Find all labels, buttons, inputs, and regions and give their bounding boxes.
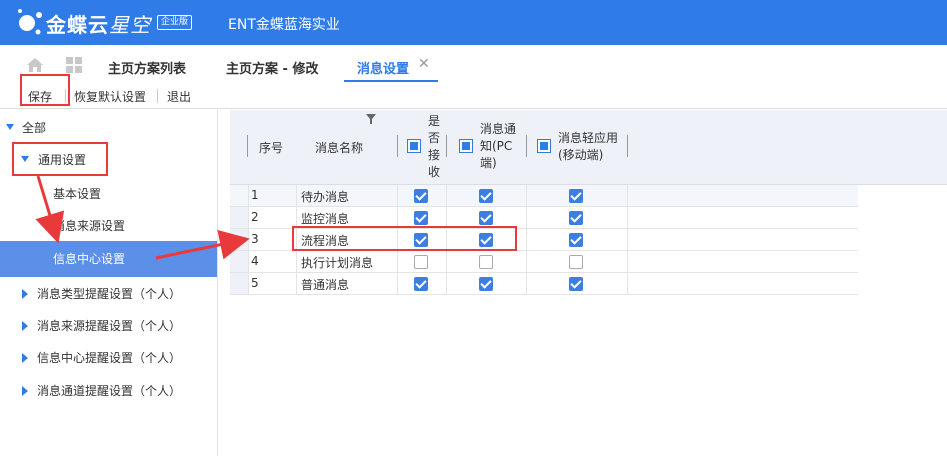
- brand-name: 金蝶云星空: [46, 9, 151, 38]
- header-divider: [526, 135, 527, 157]
- select-all-receive-checkbox[interactable]: [407, 139, 421, 153]
- row-seq: 1: [251, 188, 259, 202]
- column-header-seq: 序号: [259, 141, 284, 155]
- apps-grid-icon[interactable]: [66, 57, 82, 73]
- receive-checkbox[interactable]: [414, 211, 428, 225]
- tab-bar: 主页方案列表 主页方案 - 修改 消息设置 ✕: [0, 45, 947, 83]
- receive-checkbox[interactable]: [414, 277, 428, 291]
- column-line: [526, 185, 527, 295]
- receive-checkbox[interactable]: [414, 189, 428, 203]
- exit-button[interactable]: 退出: [167, 88, 191, 105]
- column-line: [248, 185, 249, 295]
- row-message-name[interactable]: 待办消息: [301, 188, 349, 205]
- mobile-app-checkbox[interactable]: [569, 211, 583, 225]
- grid-header: 序号 消息名称 是 否 接 收 消息通 知(PC 端) 消息轻应用 (移动端): [230, 110, 947, 185]
- brand-main: 金蝶云: [46, 13, 109, 37]
- kingdee-logo-icon: [18, 9, 42, 35]
- toolbar: 保存 恢复默认设置 退出: [0, 83, 947, 109]
- restore-default-button[interactable]: 恢复默认设置: [74, 88, 146, 105]
- brand-sub: 星空: [109, 13, 151, 37]
- annotation-box-general: [12, 142, 108, 176]
- row-message-name[interactable]: 普通消息: [301, 276, 349, 293]
- row-seq: 2: [251, 210, 259, 224]
- expand-right-icon[interactable]: [22, 386, 28, 396]
- column-header-mobile: 消息轻应用 (移动端): [558, 131, 619, 162]
- tree-node-basic[interactable]: 基本设置: [53, 178, 101, 210]
- table-row[interactable]: 5 普通消息: [230, 273, 858, 295]
- row-seq: 3: [251, 232, 259, 246]
- close-icon[interactable]: ✕: [418, 56, 430, 72]
- row-seq: 5: [251, 276, 259, 290]
- tree-node-source[interactable]: 消息来源设置: [53, 210, 125, 242]
- mobile-app-checkbox[interactable]: [569, 255, 583, 269]
- header-divider: [397, 135, 398, 157]
- tab-homepage-edit[interactable]: 主页方案 - 修改: [226, 58, 318, 77]
- mobile-app-checkbox[interactable]: [569, 277, 583, 291]
- tab-homepage-list[interactable]: 主页方案列表: [108, 58, 186, 77]
- expand-down-icon[interactable]: [6, 124, 14, 130]
- tab-message-settings[interactable]: 消息设置: [357, 58, 409, 77]
- tree-node-center-reminder[interactable]: 信息中心提醒设置（个人）: [37, 342, 181, 374]
- column-line: [627, 185, 628, 295]
- column-header-receive: 是 否 接 收: [428, 114, 441, 179]
- header-divider: [446, 135, 447, 157]
- active-tab-indicator: [344, 80, 438, 82]
- row-message-name[interactable]: 执行计划消息: [301, 254, 373, 271]
- header-divider: [627, 135, 628, 157]
- tree-node-channel-reminder[interactable]: 消息通道提醒设置（个人）: [37, 375, 181, 407]
- tree-node-type-reminder[interactable]: 消息类型提醒设置（个人）: [37, 278, 181, 310]
- pc-notify-checkbox[interactable]: [479, 255, 493, 269]
- expand-right-icon[interactable]: [22, 321, 28, 331]
- pc-notify-checkbox[interactable]: [479, 277, 493, 291]
- select-all-mobile-checkbox[interactable]: [537, 139, 551, 153]
- tree-node-info-center[interactable]: 信息中心设置: [53, 243, 125, 275]
- header-divider: [247, 135, 248, 157]
- mobile-app-checkbox[interactable]: [569, 189, 583, 203]
- annotation-box-process-row: [292, 226, 517, 251]
- table-row[interactable]: 4 执行计划消息: [230, 251, 858, 273]
- expand-right-icon[interactable]: [22, 353, 28, 363]
- receive-checkbox[interactable]: [414, 255, 428, 269]
- table-row[interactable]: 1 待办消息: [230, 185, 858, 207]
- top-header: 金蝶云星空 企业版 ENT金蝶蓝海实业: [0, 0, 947, 45]
- organization-name[interactable]: ENT金蝶蓝海实业: [228, 14, 340, 34]
- expand-right-icon[interactable]: [22, 289, 28, 299]
- tree-node-all[interactable]: 全部: [22, 112, 46, 144]
- filter-icon[interactable]: [366, 114, 376, 124]
- row-seq: 4: [251, 254, 259, 268]
- mobile-app-checkbox[interactable]: [569, 233, 583, 247]
- tree-node-source-reminder[interactable]: 消息来源提醒设置（个人）: [37, 310, 181, 342]
- message-settings-grid: 序号 消息名称 是 否 接 收 消息通 知(PC 端) 消息轻应用 (移动端) …: [230, 110, 947, 456]
- column-header-pc: 消息通 知(PC 端): [480, 122, 517, 170]
- edition-badge: 企业版: [157, 15, 193, 30]
- home-icon[interactable]: [26, 57, 44, 73]
- row-message-name[interactable]: 监控消息: [301, 210, 349, 227]
- toolbar-divider: [157, 89, 158, 103]
- column-header-name: 消息名称: [315, 141, 364, 155]
- pc-notify-checkbox[interactable]: [479, 189, 493, 203]
- select-all-pc-checkbox[interactable]: [459, 139, 473, 153]
- pc-notify-checkbox[interactable]: [479, 211, 493, 225]
- annotation-box-save: [20, 74, 70, 106]
